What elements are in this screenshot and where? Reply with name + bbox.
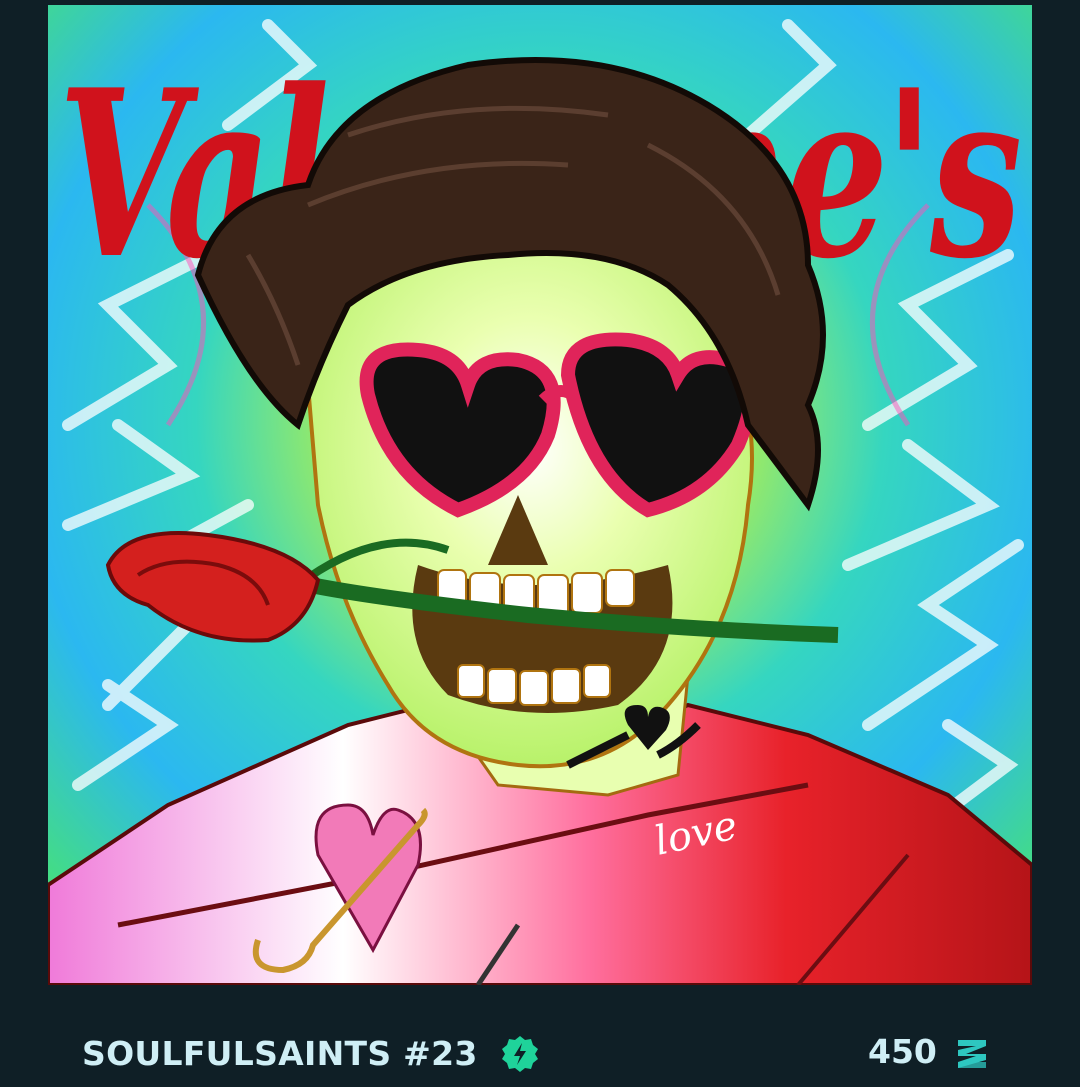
- nft-card[interactable]: Valentine's love: [0, 0, 1080, 1087]
- zilliqa-icon: [954, 1034, 990, 1074]
- verified-badge-icon: [500, 1034, 540, 1074]
- nft-title[interactable]: SOULFULSAINTS #23: [82, 1034, 478, 1073]
- price-value: 450: [868, 1032, 937, 1071]
- nft-card-footer: SOULFULSAINTS #23 450: [0, 1020, 1080, 1087]
- nft-artwork-image[interactable]: Valentine's love: [48, 5, 1032, 985]
